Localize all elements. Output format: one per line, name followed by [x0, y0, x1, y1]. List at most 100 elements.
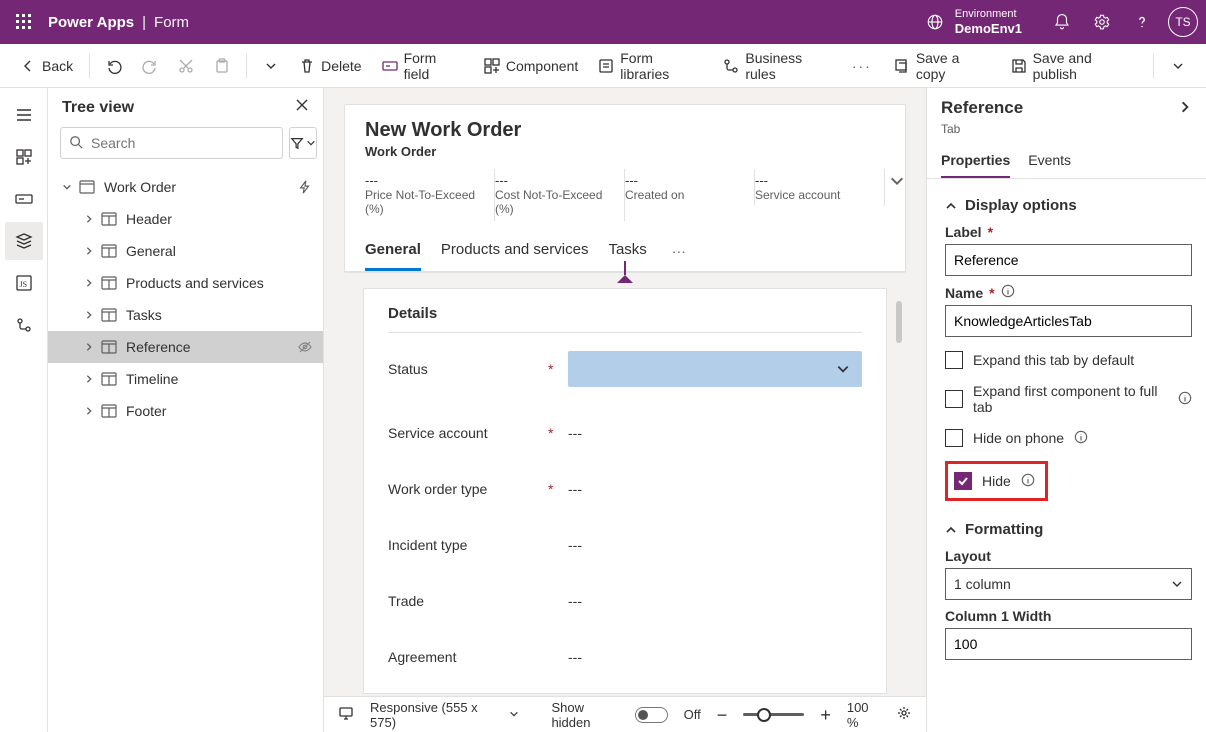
responsive-label[interactable]: Responsive (555 x 575)	[370, 700, 493, 730]
show-hidden-toggle[interactable]	[635, 707, 668, 723]
save-split-chevron[interactable]	[1162, 52, 1194, 80]
tree-node[interactable]: General	[48, 235, 323, 267]
form-tab-general[interactable]: General	[365, 231, 421, 271]
tree-node[interactable]: Work Order	[48, 171, 323, 203]
rail-tree-view[interactable]	[5, 222, 43, 260]
form-libraries-button[interactable]: Form libraries	[590, 44, 711, 88]
tree-node-label: Footer	[126, 403, 313, 419]
tab-icon	[100, 306, 118, 324]
back-button[interactable]: Back	[12, 52, 81, 80]
info-icon[interactable]	[1178, 391, 1192, 408]
separator	[246, 54, 247, 78]
delete-button[interactable]: Delete	[291, 52, 369, 80]
fit-icon[interactable]	[896, 705, 912, 724]
tree-node[interactable]: Reference	[48, 331, 323, 363]
zoom-slider[interactable]	[743, 713, 804, 716]
tree-node[interactable]: Timeline	[48, 363, 323, 395]
redo-button[interactable]	[134, 52, 166, 80]
chevron-right-icon[interactable]	[1178, 100, 1192, 117]
display-options-accordion[interactable]: Display options	[945, 197, 1192, 214]
chevron-icon[interactable]	[82, 406, 96, 416]
chevron-icon[interactable]	[82, 374, 96, 384]
form-field-row[interactable]: Status*	[388, 333, 862, 405]
chevron-down-icon[interactable]	[509, 707, 519, 722]
form-tab-products[interactable]: Products and services	[441, 231, 589, 271]
header-stat[interactable]: --- Price Not-To-Exceed (%)	[365, 169, 495, 221]
info-icon[interactable]	[1001, 284, 1015, 301]
rail-rules[interactable]	[5, 306, 43, 344]
prop-tab-properties[interactable]: Properties	[941, 144, 1010, 178]
more-commands[interactable]: ···	[846, 52, 878, 80]
tree-node[interactable]: Products and services	[48, 267, 323, 299]
canvas-scrollbar[interactable]	[896, 301, 902, 343]
add-chevron[interactable]	[255, 52, 287, 80]
component-button[interactable]: Component	[476, 52, 586, 80]
layout-select[interactable]: 1 column	[945, 568, 1192, 600]
tree-search[interactable]	[60, 127, 283, 159]
tree-search-input[interactable]	[89, 134, 274, 152]
hide-checkbox[interactable]: Hide	[945, 461, 1048, 501]
chevron-down-icon	[1170, 58, 1186, 74]
cut-button[interactable]	[170, 52, 202, 80]
undo-button[interactable]	[98, 52, 130, 80]
notifications-icon[interactable]	[1042, 0, 1082, 44]
status-dropdown[interactable]	[568, 351, 862, 387]
tree-filter[interactable]	[289, 127, 317, 159]
header-stat[interactable]: --- Service account	[755, 169, 885, 206]
settings-icon[interactable]	[1082, 0, 1122, 44]
app-divider: |	[142, 14, 146, 31]
form-field-row[interactable]: Service account*---	[388, 405, 862, 461]
chevron-icon[interactable]	[82, 246, 96, 256]
environment-icon[interactable]	[915, 0, 955, 44]
paste-icon	[214, 58, 230, 74]
user-avatar[interactable]: TS	[1168, 7, 1198, 37]
form-field-row[interactable]: Work order type*---	[388, 461, 862, 517]
form-field-row[interactable]: Trade---	[388, 573, 862, 629]
info-icon[interactable]	[1074, 430, 1088, 447]
rail-js[interactable]: JS	[5, 264, 43, 302]
tree-node-label: Reference	[126, 339, 293, 355]
expand-default-checkbox[interactable]: Expand this tab by default	[945, 351, 1192, 369]
save-publish-button[interactable]: Save and publish	[1003, 44, 1145, 88]
chevron-icon[interactable]	[60, 182, 74, 192]
chevron-icon[interactable]	[82, 278, 96, 288]
info-icon[interactable]	[1021, 473, 1035, 490]
formatting-accordion[interactable]: Formatting	[945, 521, 1192, 538]
tree-node[interactable]: Footer	[48, 395, 323, 427]
tree-node[interactable]: Tasks	[48, 299, 323, 331]
zoom-out[interactable]: −	[717, 706, 728, 724]
expand-first-checkbox[interactable]: Expand first component to full tab	[945, 383, 1192, 415]
redo-icon	[142, 58, 158, 74]
col-width-input[interactable]	[945, 628, 1192, 660]
label-input[interactable]	[945, 244, 1192, 276]
hide-phone-checkbox[interactable]: Hide on phone	[945, 429, 1192, 447]
environment-label: Environment	[955, 8, 1022, 21]
rail-hamburger[interactable]	[5, 96, 43, 134]
device-icon[interactable]	[338, 705, 354, 724]
header-expand-chevron[interactable]	[885, 169, 909, 196]
form-field-button[interactable]: Form field	[374, 44, 472, 88]
waffle-icon[interactable]	[8, 6, 40, 38]
form-field-row[interactable]: Agreement---	[388, 629, 862, 685]
property-type: Tab	[927, 122, 1206, 144]
form-tab-more[interactable]: ···	[667, 239, 691, 263]
header-stat[interactable]: --- Created on	[625, 169, 755, 206]
close-icon[interactable]	[295, 98, 309, 117]
zoom-in[interactable]: +	[820, 706, 831, 724]
form-field-row[interactable]: Incident type---	[388, 517, 862, 573]
name-input[interactable]	[945, 305, 1192, 337]
environment-picker[interactable]: Environment DemoEnv1	[955, 8, 1022, 37]
header-stat[interactable]: --- Cost Not-To-Exceed (%)	[495, 169, 625, 221]
rail-components[interactable]	[5, 138, 43, 176]
paste-button[interactable]	[206, 52, 238, 80]
rail-field[interactable]	[5, 180, 43, 218]
business-rules-button[interactable]: Business rules	[715, 44, 841, 88]
help-icon[interactable]	[1122, 0, 1162, 44]
chevron-icon[interactable]	[82, 214, 96, 224]
chevron-icon[interactable]	[82, 342, 96, 352]
details-section[interactable]: Details Status*Service account*---Work o…	[364, 289, 886, 693]
prop-tab-events[interactable]: Events	[1028, 144, 1071, 178]
save-copy-button[interactable]: Save a copy	[886, 44, 999, 88]
chevron-icon[interactable]	[82, 310, 96, 320]
tree-node[interactable]: Header	[48, 203, 323, 235]
